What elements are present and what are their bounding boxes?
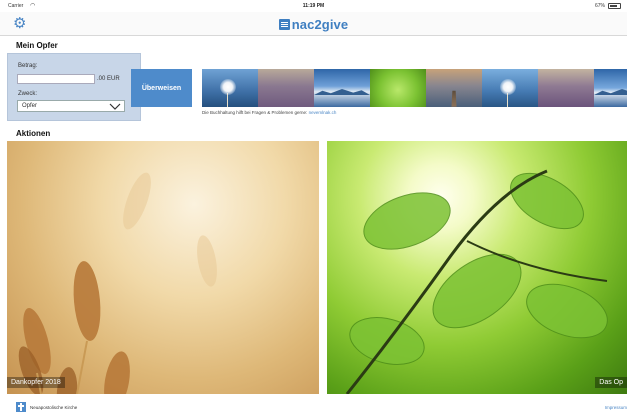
wheat-image [18, 172, 217, 394]
chevron-down-icon [109, 103, 121, 110]
carousel-image-pier[interactable] [426, 69, 482, 107]
transfer-button[interactable]: Überweisen [131, 69, 192, 107]
status-bar: Carrier ◠ 11:19 PM 67% [0, 0, 627, 12]
image-carousel[interactable] [202, 69, 627, 107]
offer-panel: Betrag: .00 EUR Zweck: Opfer [7, 53, 141, 121]
help-link[interactable]: nevemlnak.ch [309, 110, 337, 115]
action-tile-dankopfer[interactable]: Dankopfer 2018 [7, 141, 319, 394]
church-name: Neuapostolische Kirche [30, 405, 78, 410]
amount-input[interactable] [17, 74, 95, 84]
tile-caption: Dankopfer 2018 [7, 377, 65, 388]
carousel-image-mountain-2[interactable] [594, 69, 627, 107]
purpose-label: Zweck: [18, 91, 38, 97]
currency-suffix: .00 EUR [97, 76, 120, 82]
carousel-image-dandelion[interactable] [202, 69, 258, 107]
nav-bar: ⚙ nac2give [0, 12, 627, 36]
brand-title: nac2give [291, 17, 349, 32]
action-tile-das-opfer[interactable]: Das Op [327, 141, 627, 394]
battery-percent: 67% [594, 3, 605, 9]
help-text: Die Buchhaltung hilft bei Fragen & Probl… [202, 110, 336, 115]
carousel-image-lavender[interactable] [258, 69, 314, 107]
carousel-image-lavender-2[interactable] [538, 69, 594, 107]
status-time: 11:19 PM [302, 3, 325, 9]
purpose-select[interactable]: Opfer [17, 100, 125, 112]
purpose-value: Opfer [22, 103, 38, 109]
app-brand: nac2give [0, 17, 627, 35]
brand-logo-icon [278, 19, 290, 30]
carousel-image-leaf[interactable] [370, 69, 426, 107]
church-logo-icon [16, 402, 26, 412]
offer-section-title: Mein Opfer [16, 41, 58, 50]
amount-label: Betrag: [18, 63, 38, 69]
impressum-link[interactable]: Impressum [605, 405, 627, 410]
actions-section-title: Aktionen [16, 129, 51, 138]
help-text-label: Die Buchhaltung hilft bei Fragen & Probl… [202, 110, 308, 115]
leaves-image [345, 169, 608, 394]
carousel-image-dandelion-2[interactable] [482, 69, 538, 107]
footer: Neuapostolische Kirche Impressum [0, 398, 627, 416]
battery-icon [608, 3, 621, 9]
tile-caption: Das Op [595, 377, 627, 388]
carousel-image-mountain[interactable] [314, 69, 370, 107]
